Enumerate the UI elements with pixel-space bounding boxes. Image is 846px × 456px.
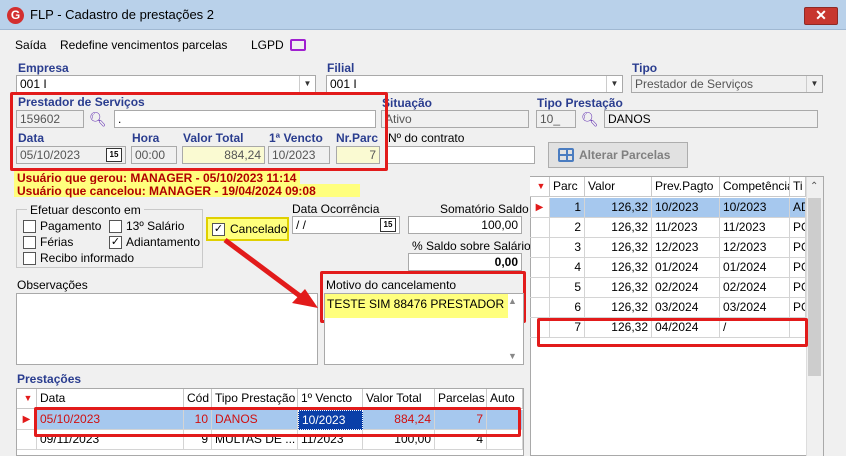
parcela-cell-tipo[interactable]: PG bbox=[790, 298, 806, 318]
parcela-cell-parc[interactable]: 2 bbox=[550, 218, 585, 238]
row-indicator[interactable] bbox=[530, 298, 550, 318]
column-header[interactable]: Data bbox=[37, 389, 184, 409]
highlight-box-parcela7 bbox=[537, 318, 808, 347]
column-header[interactable]: Parc bbox=[550, 177, 585, 197]
parcela-cell-comp[interactable]: 01/2024 bbox=[720, 258, 790, 278]
row-indicator[interactable]: ▶ bbox=[530, 198, 550, 218]
parcela-cell-tipo[interactable]: PG bbox=[790, 258, 806, 278]
column-header[interactable]: Ti bbox=[790, 177, 806, 197]
parcela-cell-tipo[interactable]: PG bbox=[790, 218, 806, 238]
parcela-cell-prev[interactable]: 03/2024 bbox=[652, 298, 720, 318]
parcela-cell-tipo[interactable]: PG bbox=[790, 278, 806, 298]
column-header[interactable]: Auto bbox=[487, 389, 523, 409]
row-indicator[interactable] bbox=[530, 258, 550, 278]
parcela-cell-valor[interactable]: 126,32 bbox=[585, 278, 652, 298]
column-header[interactable]: 1º Vencto bbox=[298, 389, 363, 409]
highlight-box-prestacao bbox=[34, 407, 521, 437]
parcela-cell-prev[interactable]: 10/2023 bbox=[652, 198, 720, 218]
column-header[interactable]: Cód bbox=[184, 389, 212, 409]
parcela-cell-parc[interactable]: 4 bbox=[550, 258, 585, 278]
parcela-cell-parc[interactable]: 5 bbox=[550, 278, 585, 298]
column-header[interactable]: Prev.Pagto bbox=[652, 177, 720, 197]
parcela-cell-comp[interactable]: 12/2023 bbox=[720, 238, 790, 258]
row-indicator[interactable] bbox=[530, 238, 550, 258]
parcela-cell-tipo[interactable]: PG bbox=[790, 238, 806, 258]
row-indicator[interactable] bbox=[530, 278, 550, 298]
sort-icon[interactable]: ▼ bbox=[530, 177, 550, 197]
column-header[interactable]: Tipo Prestação bbox=[212, 389, 298, 409]
column-header[interactable]: Parcelas bbox=[435, 389, 487, 409]
parcela-cell-valor[interactable]: 126,32 bbox=[585, 258, 652, 278]
parcela-cell-prev[interactable]: 01/2024 bbox=[652, 258, 720, 278]
column-header[interactable]: Competência bbox=[720, 177, 790, 197]
parcela-cell-parc[interactable]: 3 bbox=[550, 238, 585, 258]
parcela-cell-valor[interactable]: 126,32 bbox=[585, 298, 652, 318]
column-header[interactable]: Valor Total bbox=[363, 389, 435, 409]
row-indicator[interactable] bbox=[530, 218, 550, 238]
parcela-cell-prev[interactable]: 12/2023 bbox=[652, 238, 720, 258]
parcela-cell-tipo[interactable]: AD bbox=[790, 198, 806, 218]
parcela-cell-prev[interactable]: 02/2024 bbox=[652, 278, 720, 298]
chevron-up-icon[interactable]: ⌃ bbox=[810, 181, 818, 192]
sort-icon[interactable]: ▼ bbox=[17, 389, 37, 409]
parcela-cell-valor[interactable]: 126,32 bbox=[585, 198, 652, 218]
parcela-cell-comp[interactable]: 11/2023 bbox=[720, 218, 790, 238]
parcela-cell-valor[interactable]: 126,32 bbox=[585, 238, 652, 258]
parcela-cell-parc[interactable]: 1 bbox=[550, 198, 585, 218]
parcela-cell-comp[interactable]: 03/2024 bbox=[720, 298, 790, 318]
prestacoes-title: Prestações bbox=[17, 372, 82, 386]
parcela-cell-comp[interactable]: 10/2023 bbox=[720, 198, 790, 218]
parcela-cell-prev[interactable]: 11/2023 bbox=[652, 218, 720, 238]
parcela-cell-parc[interactable]: 6 bbox=[550, 298, 585, 318]
column-header[interactable]: Valor bbox=[585, 177, 652, 197]
parcela-cell-valor[interactable]: 126,32 bbox=[585, 218, 652, 238]
scroll-thumb[interactable] bbox=[808, 198, 821, 376]
parcela-cell-comp[interactable]: 02/2024 bbox=[720, 278, 790, 298]
